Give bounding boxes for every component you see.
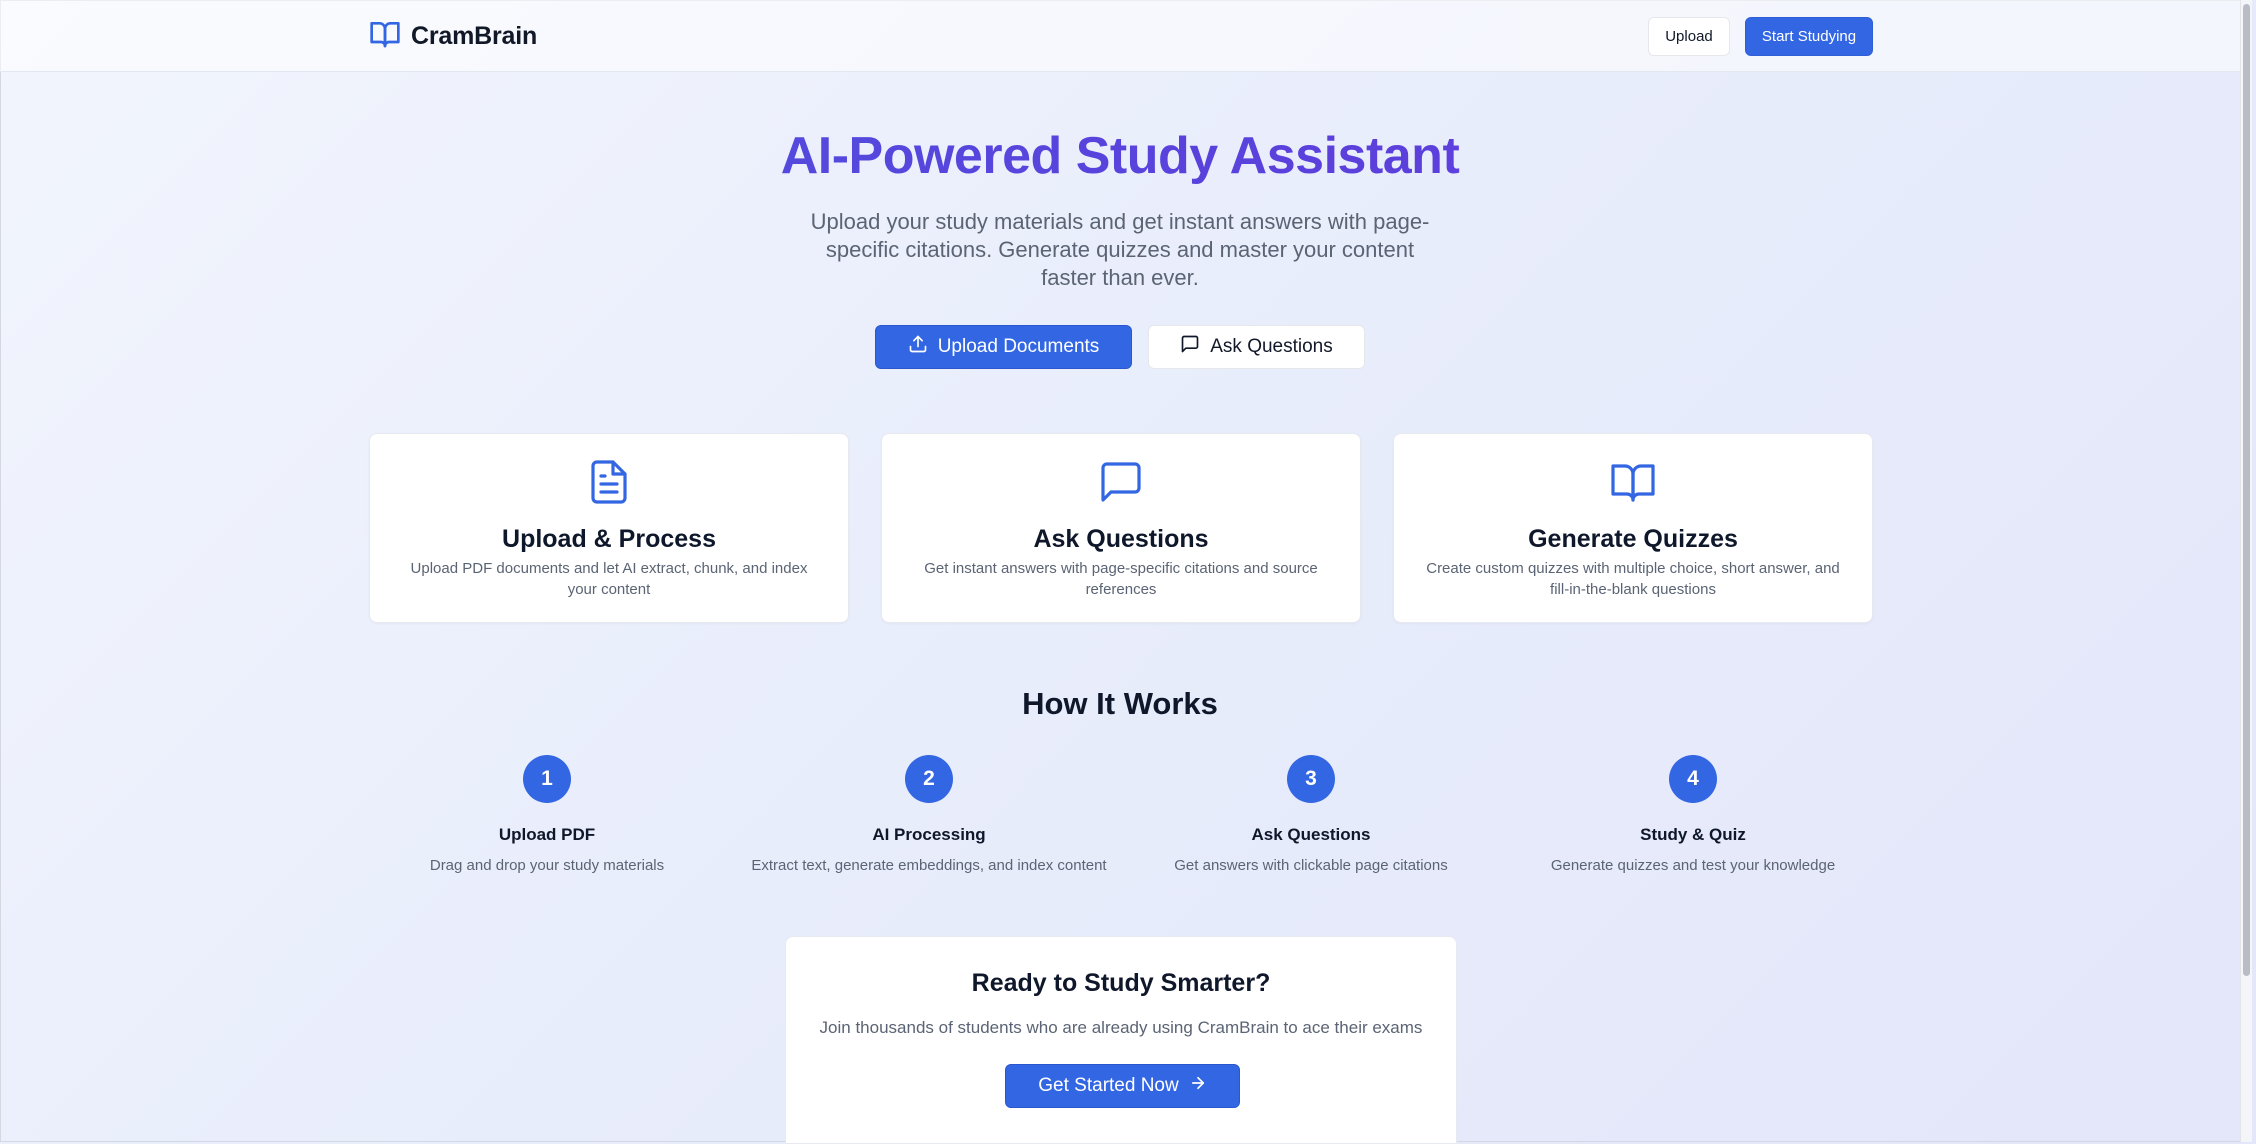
step-title: AI Processing xyxy=(872,825,986,844)
step-title: Upload PDF xyxy=(498,825,596,844)
step-number-badge: 2 xyxy=(905,755,953,803)
upload-documents-button[interactable]: Upload Documents xyxy=(875,325,1132,369)
step-description: Drag and drop your study materials xyxy=(429,857,665,874)
step-ask-questions: 3 Ask Questions Get answers with clickab… xyxy=(1120,755,1502,874)
file-text-icon xyxy=(370,458,848,506)
ask-questions-label: Ask Questions xyxy=(1210,336,1333,357)
message-square-icon xyxy=(1180,334,1200,360)
step-study-quiz: 4 Study & Quiz Generate quizzes and test… xyxy=(1502,755,1884,874)
get-started-label: Get Started Now xyxy=(1038,1075,1179,1096)
upload-documents-label: Upload Documents xyxy=(937,336,1100,357)
cta-title: Ready to Study Smarter? xyxy=(971,969,1271,997)
brand-name: CramBrain xyxy=(411,21,538,50)
feature-card-ask: Ask Questions Get instant answers with p… xyxy=(881,433,1361,623)
book-open-icon xyxy=(369,18,401,55)
brand-logo[interactable]: CramBrain xyxy=(369,20,537,52)
step-number-badge: 4 xyxy=(1669,755,1717,803)
cta-subtitle: Join thousands of students who are alrea… xyxy=(819,1018,1423,1037)
feature-card-quizzes: Generate Quizzes Create custom quizzes w… xyxy=(1393,433,1873,623)
hero-title: AI-Powered Study Assistant xyxy=(0,126,2240,186)
feature-title: Ask Questions xyxy=(1033,525,1209,553)
header-upload-button[interactable]: Upload xyxy=(1648,17,1730,56)
feature-description: Upload PDF documents and let AI extract,… xyxy=(410,560,808,598)
ask-questions-button[interactable]: Ask Questions xyxy=(1148,325,1365,369)
upload-icon xyxy=(908,334,928,360)
vertical-scrollbar-thumb[interactable] xyxy=(2243,4,2250,976)
top-navbar: CramBrain Upload Start Studying xyxy=(0,0,2252,72)
step-title: Ask Questions xyxy=(1251,825,1371,844)
feature-card-upload: Upload & Process Upload PDF documents an… xyxy=(369,433,849,623)
get-started-button[interactable]: Get Started Now xyxy=(1005,1064,1240,1108)
feature-title: Upload & Process xyxy=(502,525,716,553)
step-description: Generate quizzes and test your knowledge xyxy=(1550,857,1836,874)
feature-title: Generate Quizzes xyxy=(1528,525,1738,553)
step-description: Extract text, generate embeddings, and i… xyxy=(751,857,1107,874)
message-square-icon xyxy=(882,458,1360,506)
start-studying-button[interactable]: Start Studying xyxy=(1745,17,1873,56)
hero-subtitle: Upload your study materials and get inst… xyxy=(810,209,1430,290)
feature-description: Create custom quizzes with multiple choi… xyxy=(1426,560,1840,598)
arrow-right-icon xyxy=(1189,1074,1207,1098)
step-upload-pdf: 1 Upload PDF Drag and drop your study ma… xyxy=(356,755,738,874)
step-title: Study & Quiz xyxy=(1640,825,1746,844)
step-number-badge: 1 xyxy=(523,755,571,803)
how-it-works-title: How It Works xyxy=(1022,686,1218,721)
feature-description: Get instant answers with page-specific c… xyxy=(924,560,1318,598)
ready-cta-card: Ready to Study Smarter? Join thousands o… xyxy=(785,936,1457,1144)
step-ai-processing: 2 AI Processing Extract text, generate e… xyxy=(738,755,1120,874)
step-number-badge: 3 xyxy=(1287,755,1335,803)
step-description: Get answers with clickable page citation… xyxy=(1174,857,1448,874)
book-open-icon xyxy=(1394,458,1872,506)
